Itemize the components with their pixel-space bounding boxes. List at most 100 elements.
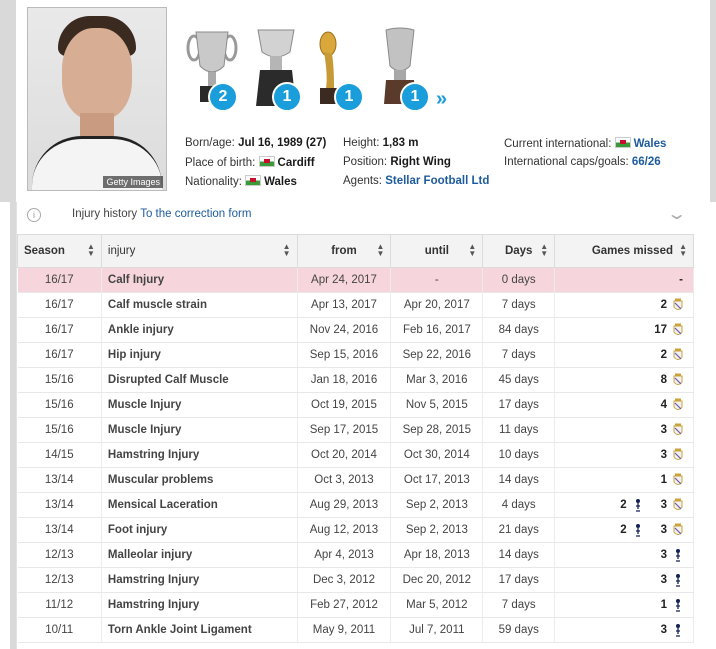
injury-cell: Hamstring Injury bbox=[101, 592, 298, 618]
days-cell: 84 days bbox=[482, 317, 556, 343]
games-missed-cell: 3 bbox=[554, 617, 694, 643]
col-games-missed[interactable]: Games missed ▲ ▼ bbox=[554, 234, 694, 268]
days-cell: 0 days bbox=[482, 267, 556, 293]
tottenham-crest-icon bbox=[676, 549, 680, 562]
from-cell: Apr 24, 2017 bbox=[297, 267, 392, 293]
real-madrid-crest-icon bbox=[673, 298, 683, 310]
col-season[interactable]: Season ▲ ▼ bbox=[17, 234, 102, 268]
from-cell: May 9, 2011 bbox=[297, 617, 392, 643]
games-missed-count: 2 bbox=[620, 499, 627, 512]
from-cell: Oct 19, 2015 bbox=[297, 392, 392, 418]
international-caps: International caps/goals: 66/26 bbox=[504, 156, 661, 168]
season-cell: 16/17 bbox=[17, 342, 102, 368]
until-cell: Apr 20, 2017 bbox=[390, 292, 484, 318]
more-trophies-link[interactable]: » bbox=[436, 88, 447, 111]
season-cell: 13/14 bbox=[17, 492, 102, 518]
injury-cell: Calf muscle strain bbox=[101, 292, 298, 318]
table-row: 15/16 Disrupted Calf Muscle Jan 18, 2016 Ma… bbox=[17, 367, 694, 393]
season-cell: 16/17 bbox=[17, 292, 102, 318]
caps-link[interactable]: 66/26 bbox=[632, 156, 661, 168]
games-missed-cell: 8 bbox=[554, 367, 694, 393]
from-cell: Sep 15, 2016 bbox=[297, 342, 392, 368]
tottenham-crest-icon bbox=[676, 574, 680, 587]
from-cell: Jan 18, 2016 bbox=[297, 367, 392, 393]
games-missed-cell: 1 bbox=[554, 467, 694, 493]
real-madrid-crest-icon bbox=[673, 498, 683, 510]
games-missed-count: 3 bbox=[660, 549, 667, 562]
injury-cell: Mensical Laceration bbox=[101, 492, 298, 518]
games-missed-cell: 1 bbox=[554, 592, 694, 618]
sort-icon: ▲ ▼ bbox=[86, 242, 95, 258]
current-international: Current international: Wales bbox=[504, 137, 667, 150]
games-missed-count: 2 bbox=[660, 349, 667, 362]
col-until[interactable]: until ▲ ▼ bbox=[390, 234, 484, 268]
injury-cell: Malleolar injury bbox=[101, 542, 298, 568]
table-row: 16/17 Calf muscle strain Apr 13, 2017 Apr 2… bbox=[17, 292, 694, 318]
injury-cell: Foot injury bbox=[101, 517, 298, 543]
days-cell: 17 days bbox=[482, 567, 556, 593]
table-row: 16/17 Hip injury Sep 15, 2016 Sep 22, 2016 7… bbox=[17, 342, 694, 368]
games-missed-count: 1 bbox=[660, 474, 667, 487]
table-row: 13/14 Foot injury Aug 12, 2013 Sep 2, 2013 2… bbox=[17, 517, 694, 543]
info-icon[interactable]: i bbox=[27, 208, 41, 222]
games-missed-cell: - bbox=[554, 267, 694, 293]
sort-icon: ▲ ▼ bbox=[540, 242, 549, 258]
games-missed-count: 8 bbox=[660, 374, 667, 387]
trophy-count-badge: 2 bbox=[208, 82, 238, 112]
season-cell: 14/15 bbox=[17, 442, 102, 468]
club-world-cup-trophy-icon[interactable]: 1 bbox=[312, 26, 364, 112]
correction-form-link[interactable]: To the correction form bbox=[140, 208, 251, 220]
player-photo[interactable]: Getty Images bbox=[27, 7, 167, 191]
table-row: 15/16 Muscle Injury Sep 17, 2015 Sep 28, 20… bbox=[17, 417, 694, 443]
table-row: 11/12 Hamstring Injury Feb 27, 2012 Mar 5, … bbox=[17, 592, 694, 618]
uefa-supercup-trophy-icon[interactable]: 1 bbox=[374, 26, 430, 112]
real-madrid-crest-icon bbox=[673, 523, 683, 535]
days-cell: 17 days bbox=[482, 392, 556, 418]
until-cell: Sep 28, 2015 bbox=[390, 417, 484, 443]
days-cell: 14 days bbox=[482, 467, 556, 493]
real-madrid-crest-icon bbox=[673, 398, 683, 410]
days-cell: 10 days bbox=[482, 442, 556, 468]
collapse-chevron-icon[interactable]: ⌄ bbox=[666, 204, 687, 224]
games-missed-cell: 3 bbox=[554, 542, 694, 568]
champions-league-trophy-icon[interactable]: 2 bbox=[186, 26, 238, 112]
until-cell: Oct 17, 2013 bbox=[390, 467, 484, 493]
games-missed-count: - bbox=[679, 274, 683, 286]
injury-cell: Hip injury bbox=[101, 342, 298, 368]
injury-cell: Torn Ankle Joint Ligament bbox=[101, 617, 298, 643]
photo-credit: Getty Images bbox=[103, 176, 163, 188]
agent-link[interactable]: Stellar Football Ltd bbox=[385, 175, 489, 187]
trophy-count-badge: 1 bbox=[334, 82, 364, 112]
from-cell: Aug 12, 2013 bbox=[297, 517, 392, 543]
until-cell: Mar 5, 2012 bbox=[390, 592, 484, 618]
real-madrid-crest-icon bbox=[673, 373, 683, 385]
injury-cell: Hamstring Injury bbox=[101, 567, 298, 593]
table-row: 10/11 Torn Ankle Joint Ligament May 9, 201… bbox=[17, 617, 694, 643]
real-madrid-crest-icon bbox=[673, 323, 683, 335]
days-cell: 7 days bbox=[482, 292, 556, 318]
days-cell: 7 days bbox=[482, 342, 556, 368]
until-cell: Feb 16, 2017 bbox=[390, 317, 484, 343]
position: Position: Right Wing bbox=[343, 156, 451, 168]
injury-history-panel: i Injury history To the correction form … bbox=[16, 202, 709, 649]
season-cell: 15/16 bbox=[17, 392, 102, 418]
international-team-link[interactable]: Wales bbox=[634, 138, 667, 150]
col-days[interactable]: Days ▲ ▼ bbox=[482, 234, 556, 268]
col-from[interactable]: from ▲ ▼ bbox=[296, 234, 392, 268]
col-injury[interactable]: injury ▲ ▼ bbox=[100, 234, 298, 268]
games-missed-count: 3 bbox=[660, 499, 667, 512]
real-madrid-crest-icon bbox=[673, 448, 683, 460]
agents: Agents: Stellar Football Ltd bbox=[343, 175, 490, 187]
games-missed-cell: 3 bbox=[554, 442, 694, 468]
nationality: Nationality: Wales bbox=[185, 175, 297, 188]
from-cell: Dec 3, 2012 bbox=[297, 567, 392, 593]
season-cell: 15/16 bbox=[17, 417, 102, 443]
copa-del-rey-trophy-icon[interactable]: 1 bbox=[250, 26, 302, 112]
panel-header: i Injury history To the correction form … bbox=[17, 202, 709, 232]
from-cell: Sep 17, 2015 bbox=[297, 417, 392, 443]
from-cell: Apr 4, 2013 bbox=[297, 542, 392, 568]
wales-flag-icon bbox=[245, 175, 262, 186]
table-header-row: Season ▲ ▼ injury ▲ ▼ from ▲ ▼ until ▲ ▼ Days ▲ ▼ … bbox=[17, 234, 694, 268]
trophy-count-badge: 1 bbox=[272, 82, 302, 112]
tottenham-crest-icon bbox=[676, 599, 680, 612]
